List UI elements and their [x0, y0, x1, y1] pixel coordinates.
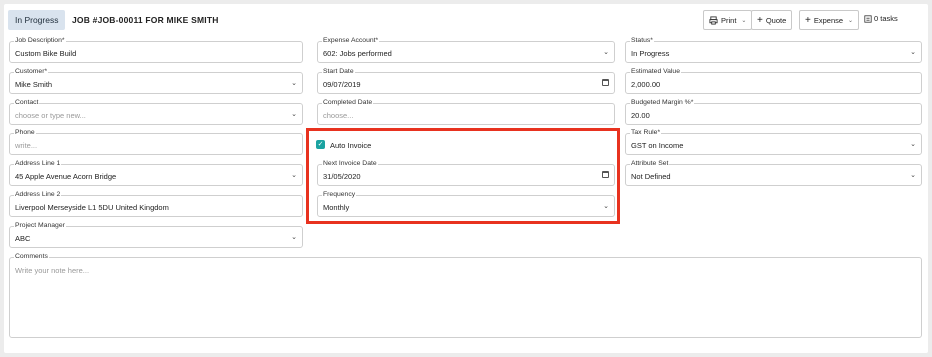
auto-invoice-checkbox[interactable]: ✓ [316, 140, 325, 149]
chevron-down-icon: ⌄ [848, 17, 854, 24]
plus-icon: + [805, 14, 811, 26]
comments-textarea[interactable]: Comments Write your note here... [9, 253, 922, 338]
address-line-1-select[interactable]: Address Line 1 45 Apple Avenue Acorn Bri… [9, 160, 303, 186]
chevron-down-icon: ⌄ [291, 80, 297, 87]
expense-account-select[interactable]: Expense Account* 602: Jobs performed ⌄ [317, 37, 615, 63]
chevron-down-icon: ⌄ [291, 172, 297, 179]
job-description-field[interactable]: Job Description* Custom Bike Build [9, 37, 303, 63]
tasks-icon [864, 14, 872, 23]
calendar-icon[interactable] [602, 79, 609, 86]
tax-rule-select[interactable]: Tax Rule* GST on Income ⌄ [625, 129, 922, 155]
completed-date-field[interactable]: Completed Date choose... [317, 99, 615, 125]
chevron-down-icon: ⌄ [910, 141, 916, 148]
page-title: JOB #JOB-00011 FOR MIKE SMITH [72, 15, 219, 25]
calendar-icon[interactable] [602, 171, 609, 178]
chevron-down-icon: ⌄ [291, 111, 297, 118]
chevron-down-icon: ⌄ [741, 17, 747, 24]
chevron-down-icon: ⌄ [291, 234, 297, 241]
quote-button[interactable]: + Quote [751, 10, 793, 30]
auto-invoice-label: Auto Invoice [330, 141, 372, 150]
expense-button[interactable]: + Expense ⌄ [799, 10, 860, 30]
printer-icon [709, 15, 718, 25]
expense-label: Expense [813, 15, 844, 25]
status-select[interactable]: Status* In Progress ⌄ [625, 37, 922, 63]
chevron-down-icon: ⌄ [910, 172, 916, 179]
print-label: Print [721, 15, 737, 25]
tasks-label: 0 tasks [874, 14, 898, 23]
next-invoice-date-field[interactable]: Next Invoice Date 31/05/2020 [317, 160, 615, 186]
print-button[interactable]: Print ⌄ [703, 10, 753, 30]
status-badge: In Progress [8, 10, 66, 30]
phone-field[interactable]: Phone write... [9, 129, 303, 155]
frequency-select[interactable]: Frequency Monthly ⌄ [317, 191, 615, 217]
quote-label: Quote [765, 15, 787, 25]
budgeted-margin-field[interactable]: Budgeted Margin %* 20.00 [625, 99, 922, 125]
chevron-down-icon: ⌄ [603, 203, 609, 210]
tasks-link[interactable]: 0 tasks [864, 14, 898, 23]
estimated-value-field[interactable]: Estimated Value 2,000.00 [625, 68, 922, 94]
start-date-field[interactable]: Start Date 09/07/2019 [317, 68, 615, 94]
attribute-set-select[interactable]: Attribute Set Not Defined ⌄ [625, 160, 922, 186]
check-icon: ✓ [317, 141, 324, 148]
address-line-2-field[interactable]: Address Line 2 Liverpool Merseyside L1 5… [9, 191, 303, 217]
chevron-down-icon: ⌄ [910, 49, 916, 56]
customer-select[interactable]: Customer* Mike Smith ⌄ [9, 68, 303, 94]
chevron-down-icon: ⌄ [603, 49, 609, 56]
contact-select[interactable]: Contact choose or type new... ⌄ [9, 99, 303, 125]
plus-icon: + [757, 14, 763, 26]
project-manager-select[interactable]: Project Manager ABC ⌄ [9, 222, 303, 248]
